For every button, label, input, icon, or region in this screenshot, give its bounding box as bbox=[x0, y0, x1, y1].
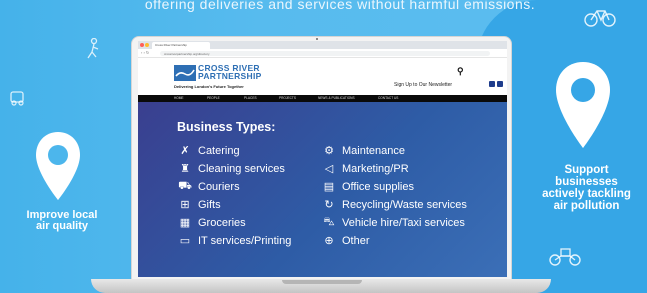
browser-tab[interactable]: Cross River Partnership bbox=[152, 42, 210, 49]
recycle-icon: ↻ bbox=[324, 199, 334, 211]
left-callout: Improve local air quality bbox=[2, 210, 122, 232]
business-type-couriers[interactable]: ⛟ Couriers bbox=[177, 180, 240, 194]
basket-icon: ▦ bbox=[179, 217, 191, 229]
business-types-title: Business Types: bbox=[177, 120, 276, 134]
business-type-it-printing[interactable]: ▭ IT services/Printing bbox=[177, 234, 292, 248]
business-type-label: IT services/Printing bbox=[198, 234, 292, 247]
back-forward-icon[interactable]: ‹ › ↻ bbox=[141, 50, 149, 55]
browser-tab-bar: Cross River Partnership bbox=[138, 41, 507, 49]
delivery-van-icon bbox=[10, 91, 24, 106]
business-type-label: Office supplies bbox=[342, 180, 414, 193]
gear-icon: ⚙ bbox=[324, 145, 334, 157]
business-type-office-supplies[interactable]: ▤ Office supplies bbox=[321, 180, 414, 194]
right-callout: Support businesses actively tackling air… bbox=[526, 164, 647, 212]
business-type-marketing[interactable]: ◁ Marketing/PR bbox=[321, 162, 409, 176]
site-header: CROSS RIVER PARTNERSHIP Delivering Londo… bbox=[138, 58, 507, 95]
site-tagline: Delivering London's Future Together bbox=[174, 84, 244, 89]
browser-window: Cross River Partnership ‹ › ↻ crossriver… bbox=[138, 41, 507, 277]
business-type-label: Other bbox=[342, 234, 370, 247]
business-type-other[interactable]: ⊕ Other bbox=[321, 234, 370, 248]
business-type-label: Couriers bbox=[198, 181, 240, 193]
nav-news-publications[interactable]: NEWS & PUBLICATIONS bbox=[318, 96, 355, 100]
bicycle-icon bbox=[584, 10, 616, 27]
business-type-label: Maintenance bbox=[342, 144, 405, 157]
logo-line2: PARTNERSHIP bbox=[198, 71, 262, 81]
business-type-label: Catering bbox=[198, 144, 240, 157]
plus-circle-icon: ⊕ bbox=[324, 235, 334, 247]
business-type-recycling[interactable]: ↻ Recycling/Waste services bbox=[321, 198, 467, 212]
business-type-groceries[interactable]: ▦ Groceries bbox=[177, 216, 246, 230]
nav-home[interactable]: HOME bbox=[174, 96, 184, 100]
linkedin-icon[interactable] bbox=[497, 81, 503, 87]
site-nav: HOME PEOPLE PLACES PROJECTS NEWS & PUBLI… bbox=[138, 95, 507, 102]
search-icon[interactable]: ⚲ bbox=[457, 66, 464, 77]
right-callout-line3: actively tackling bbox=[542, 188, 631, 200]
document-icon: ▤ bbox=[323, 181, 335, 193]
business-type-vehicle-hire[interactable]: ⛍ Vehicle hire/Taxi services bbox=[321, 216, 465, 230]
webcam bbox=[316, 38, 318, 40]
newsletter-signup-link[interactable]: Sign Up to Our Newsletter bbox=[394, 82, 452, 88]
business-type-label: Marketing/PR bbox=[342, 162, 409, 175]
laptop-notch bbox=[282, 280, 362, 284]
business-types-panel: Business Types: ✗ Catering ♜ Cleaning se… bbox=[138, 102, 507, 277]
location-pin-icon bbox=[556, 62, 610, 148]
business-type-label: Vehicle hire/Taxi services bbox=[342, 217, 465, 229]
nav-people[interactable]: PEOPLE bbox=[207, 96, 220, 100]
laptop-icon: ▭ bbox=[179, 235, 191, 247]
river-wave-icon bbox=[175, 69, 195, 77]
business-type-catering[interactable]: ✗ Catering bbox=[177, 144, 240, 158]
gift-icon: ⊞ bbox=[180, 199, 190, 211]
close-window-icon[interactable] bbox=[140, 43, 144, 47]
address-bar[interactable]: crossriverpartnership.org/directory bbox=[160, 51, 490, 56]
business-type-gifts[interactable]: ⊞ Gifts bbox=[177, 198, 221, 212]
nav-projects[interactable]: PROJECTS bbox=[279, 96, 296, 100]
browser-toolbar: ‹ › ↻ crossriverpartnership.org/director… bbox=[138, 49, 507, 58]
business-type-cleaning[interactable]: ♜ Cleaning services bbox=[177, 162, 285, 176]
location-pin-icon bbox=[36, 132, 80, 200]
scooter-rider-icon bbox=[87, 38, 99, 59]
business-type-label: Groceries bbox=[198, 216, 246, 229]
utensils-icon: ✗ bbox=[180, 145, 190, 157]
megaphone-icon: ◁ bbox=[324, 163, 334, 175]
twitter-icon[interactable] bbox=[489, 81, 495, 87]
logo-title[interactable]: CROSS RIVER PARTNERSHIP bbox=[198, 64, 262, 81]
right-callout-line2: businesses bbox=[555, 176, 618, 188]
business-type-label: Cleaning services bbox=[198, 162, 285, 175]
cargo-bike-icon bbox=[549, 248, 581, 266]
left-callout-line2: air quality bbox=[36, 220, 88, 232]
right-callout-line4: air pollution bbox=[553, 200, 620, 212]
headline: offering deliveries and services without… bbox=[144, 0, 536, 12]
right-callout-line1: Support bbox=[564, 164, 609, 176]
spray-bottle-icon: ♜ bbox=[180, 163, 190, 175]
business-type-maintenance[interactable]: ⚙ Maintenance bbox=[321, 144, 405, 158]
minimize-window-icon[interactable] bbox=[145, 43, 149, 47]
nav-places[interactable]: PLACES bbox=[244, 96, 257, 100]
business-type-label: Gifts bbox=[198, 198, 221, 211]
nav-contact-us[interactable]: CONTACT US bbox=[378, 96, 398, 100]
logo-mark[interactable] bbox=[174, 65, 196, 81]
truck-icon: ⛟ bbox=[178, 180, 192, 192]
car-icon: ⛍ bbox=[323, 216, 335, 228]
business-type-label: Recycling/Waste services bbox=[342, 198, 467, 211]
